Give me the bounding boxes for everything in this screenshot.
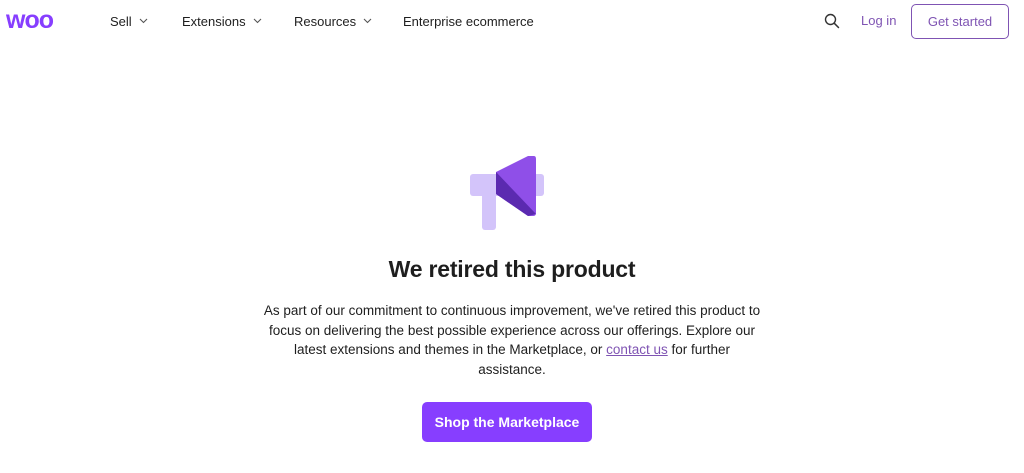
site-header: woo Sell Extensions Resources Enterprise… xyxy=(0,0,1024,42)
nav-item-sell-label: Sell xyxy=(110,13,132,29)
nav-item-enterprise-ecommerce[interactable]: Enterprise ecommerce xyxy=(403,0,534,42)
nav-item-extensions-label: Extensions xyxy=(182,13,246,29)
chevron-down-icon xyxy=(139,18,148,24)
page-title: We retired this product xyxy=(388,256,636,282)
contact-us-link[interactable]: contact us xyxy=(606,342,668,357)
retired-description: As part of our commitment to continuous … xyxy=(262,301,762,379)
get-started-button[interactable]: Get started xyxy=(911,4,1009,39)
chevron-down-icon xyxy=(363,18,372,24)
nav-item-sell[interactable]: Sell xyxy=(110,0,148,42)
nav-item-resources-label: Resources xyxy=(294,13,357,29)
search-icon[interactable] xyxy=(824,13,840,29)
nav-item-resources[interactable]: Resources xyxy=(294,0,372,42)
nav-item-enterprise-label: Enterprise ecommerce xyxy=(403,13,534,29)
login-link[interactable]: Log in xyxy=(861,13,896,28)
megaphone-icon xyxy=(470,156,544,230)
woo-logo[interactable]: woo xyxy=(6,9,76,31)
chevron-down-icon xyxy=(253,18,261,24)
shop-marketplace-button[interactable]: Shop the Marketplace xyxy=(422,402,592,442)
nav-item-extensions[interactable]: Extensions xyxy=(182,0,262,42)
woo-logo-text: woo xyxy=(6,9,54,31)
